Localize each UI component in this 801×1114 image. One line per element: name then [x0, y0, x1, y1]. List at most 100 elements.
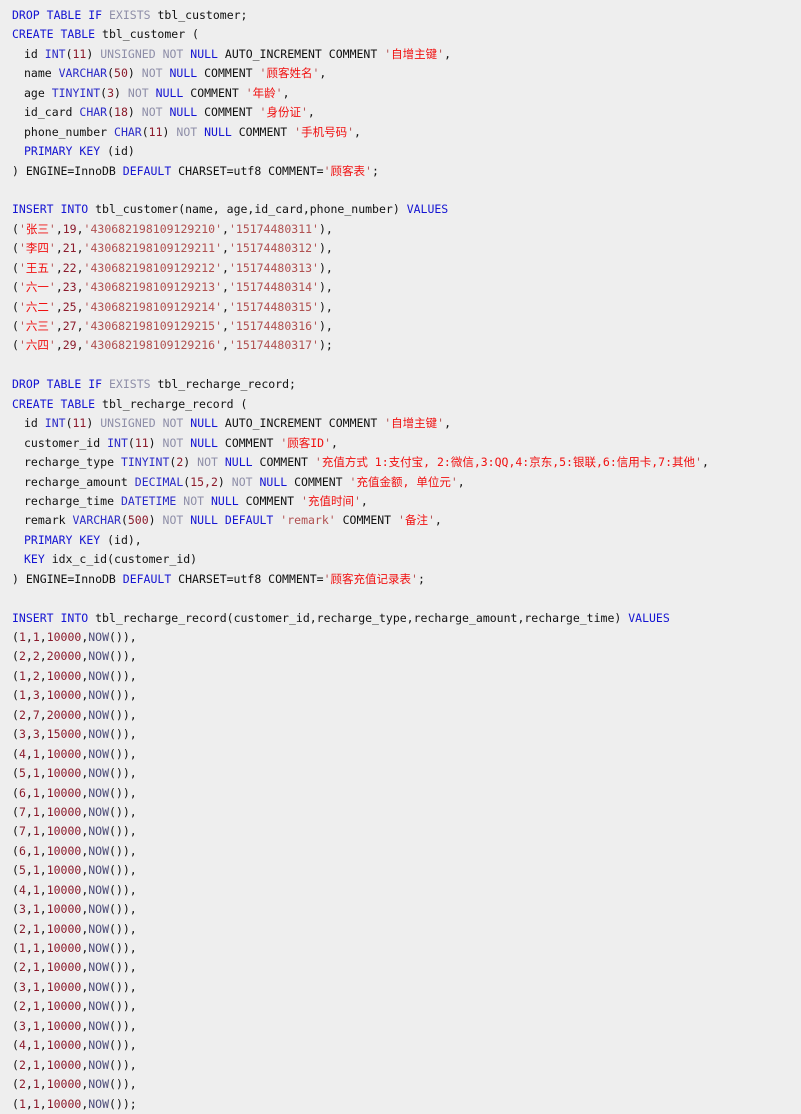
token-kw: CREATE [12, 27, 54, 42]
code-line: ('张三',19,'430682198109129210','151744803… [12, 220, 801, 239]
token-num: 5 [18, 863, 26, 878]
token-num: 2 [18, 999, 26, 1014]
token-pl: ) ENGINE=InnoDB [12, 163, 123, 178]
token-pl: , [39, 785, 47, 800]
token-num: 2 [32, 668, 40, 683]
token-pl: , [39, 804, 47, 819]
token-kw: NULL [224, 455, 253, 470]
sql-code-editor[interactable]: DROP TABLE IF EXISTS tbl_customer; CREATE… [0, 0, 801, 1114]
token-pl: , [25, 630, 33, 644]
token-kw2: NOT [162, 46, 184, 61]
token-kw: INSERT [12, 610, 54, 625]
token-pl: COMMENT [204, 66, 253, 81]
token-fn: NOW [88, 804, 110, 819]
token-pl: ()), [109, 766, 137, 781]
token-pl: ()), [109, 785, 137, 800]
token-pl: , [39, 649, 47, 664]
code-line: (7,1,10000,NOW()), [12, 822, 801, 841]
token-kw: KEY [79, 144, 101, 159]
token-str2: '430682198109129213' [83, 280, 223, 295]
token-pl: CHARSET=utf8 COMMENT= [171, 571, 324, 586]
token-pl: CHARSET=utf8 COMMENT= [171, 163, 324, 178]
token-kw: NULL [190, 46, 218, 61]
token-num: 1 [18, 668, 26, 683]
token-pl: , [55, 299, 63, 314]
token-pl: ()), [109, 688, 137, 703]
token-num: 25 [62, 299, 77, 314]
token-pl: , [282, 85, 290, 100]
code-line: (2,1,10000,NOW()), [12, 997, 801, 1016]
token-pl: , [55, 338, 63, 353]
token-kw: NULL [155, 85, 184, 100]
code-line: ) ENGINE=InnoDB DEFAULT CHARSET=utf8 COM… [12, 570, 801, 589]
token-pl: ) ENGINE=InnoDB [12, 571, 123, 586]
token-str2: '430682198109129210' [83, 221, 223, 236]
token-str2: ' [48, 221, 56, 236]
token-str2: ' [324, 435, 332, 450]
token-pl: ( [12, 1096, 19, 1111]
token-pl: COMMENT [328, 46, 378, 61]
token-str: 六一 [25, 280, 49, 295]
token-num: 7 [18, 804, 26, 819]
token-pl: ()), [109, 1038, 137, 1053]
code-line: remark VARCHAR(500) NOT NULL DEFAULT 're… [12, 511, 801, 530]
token-str2: ' [398, 513, 405, 528]
token-num: 11 [72, 416, 87, 431]
token-pl: ), [318, 260, 333, 275]
token-str: 充值金额, 单位元 [356, 474, 451, 489]
token-kw2: NOT [176, 124, 198, 139]
token-num: 22 [62, 260, 77, 275]
token-kw: DEFAULT [122, 571, 172, 586]
token-str2: ' [365, 163, 372, 178]
code-line: (2,7,20000,NOW()), [12, 706, 801, 725]
token-num: 1 [32, 902, 40, 917]
token-pl: , [39, 882, 47, 897]
token-pl: COMMENT [294, 474, 343, 489]
token-pl: , [39, 630, 47, 644]
token-pl: , [39, 1077, 47, 1092]
token-pl: ()), [109, 863, 137, 878]
token-str2: ' [275, 85, 283, 100]
code-line: (4,1,10000,NOW()), [12, 745, 801, 764]
token-str2: ' [695, 455, 702, 470]
token-kw: NULL [259, 474, 288, 489]
token-fn: NOW [88, 902, 110, 917]
token-pl: ()), [109, 921, 137, 936]
token-pl: ) [127, 105, 135, 120]
token-pl: , [319, 66, 327, 81]
token-pl: , [39, 1018, 47, 1033]
token-pl: ( [12, 727, 19, 742]
token-pl: , [25, 746, 33, 761]
token-str2: ' [18, 221, 26, 236]
token-num: 10000 [46, 766, 82, 781]
token-num: 1 [18, 1096, 26, 1111]
token-str2: ' [314, 455, 322, 470]
token-num: 3 [18, 1018, 26, 1033]
token-fn: NOW [88, 1038, 110, 1053]
token-num: 2 [18, 1057, 26, 1072]
token-num: 18 [114, 105, 128, 120]
token-num: 10000 [46, 960, 82, 975]
token-pl: , [222, 299, 229, 314]
token-num: 23 [62, 280, 77, 295]
token-num: 1 [32, 999, 40, 1014]
token-kw: DROP [12, 377, 40, 392]
token-num: 2 [32, 649, 40, 664]
token-pl: , [25, 668, 33, 683]
token-num: 1 [32, 1057, 40, 1072]
token-pl: COMMENT [342, 513, 392, 528]
token-str2: '15174480315' [228, 299, 319, 314]
token-str: 顾客姓名 [266, 66, 313, 81]
token-pl: ()), [109, 630, 137, 644]
token-num: 4 [18, 746, 26, 761]
token-pl: recharge_amount [24, 474, 135, 489]
token-num: 10000 [46, 999, 82, 1014]
token-num: 10000 [46, 1096, 82, 1111]
token-pl: ()), [109, 1018, 137, 1033]
